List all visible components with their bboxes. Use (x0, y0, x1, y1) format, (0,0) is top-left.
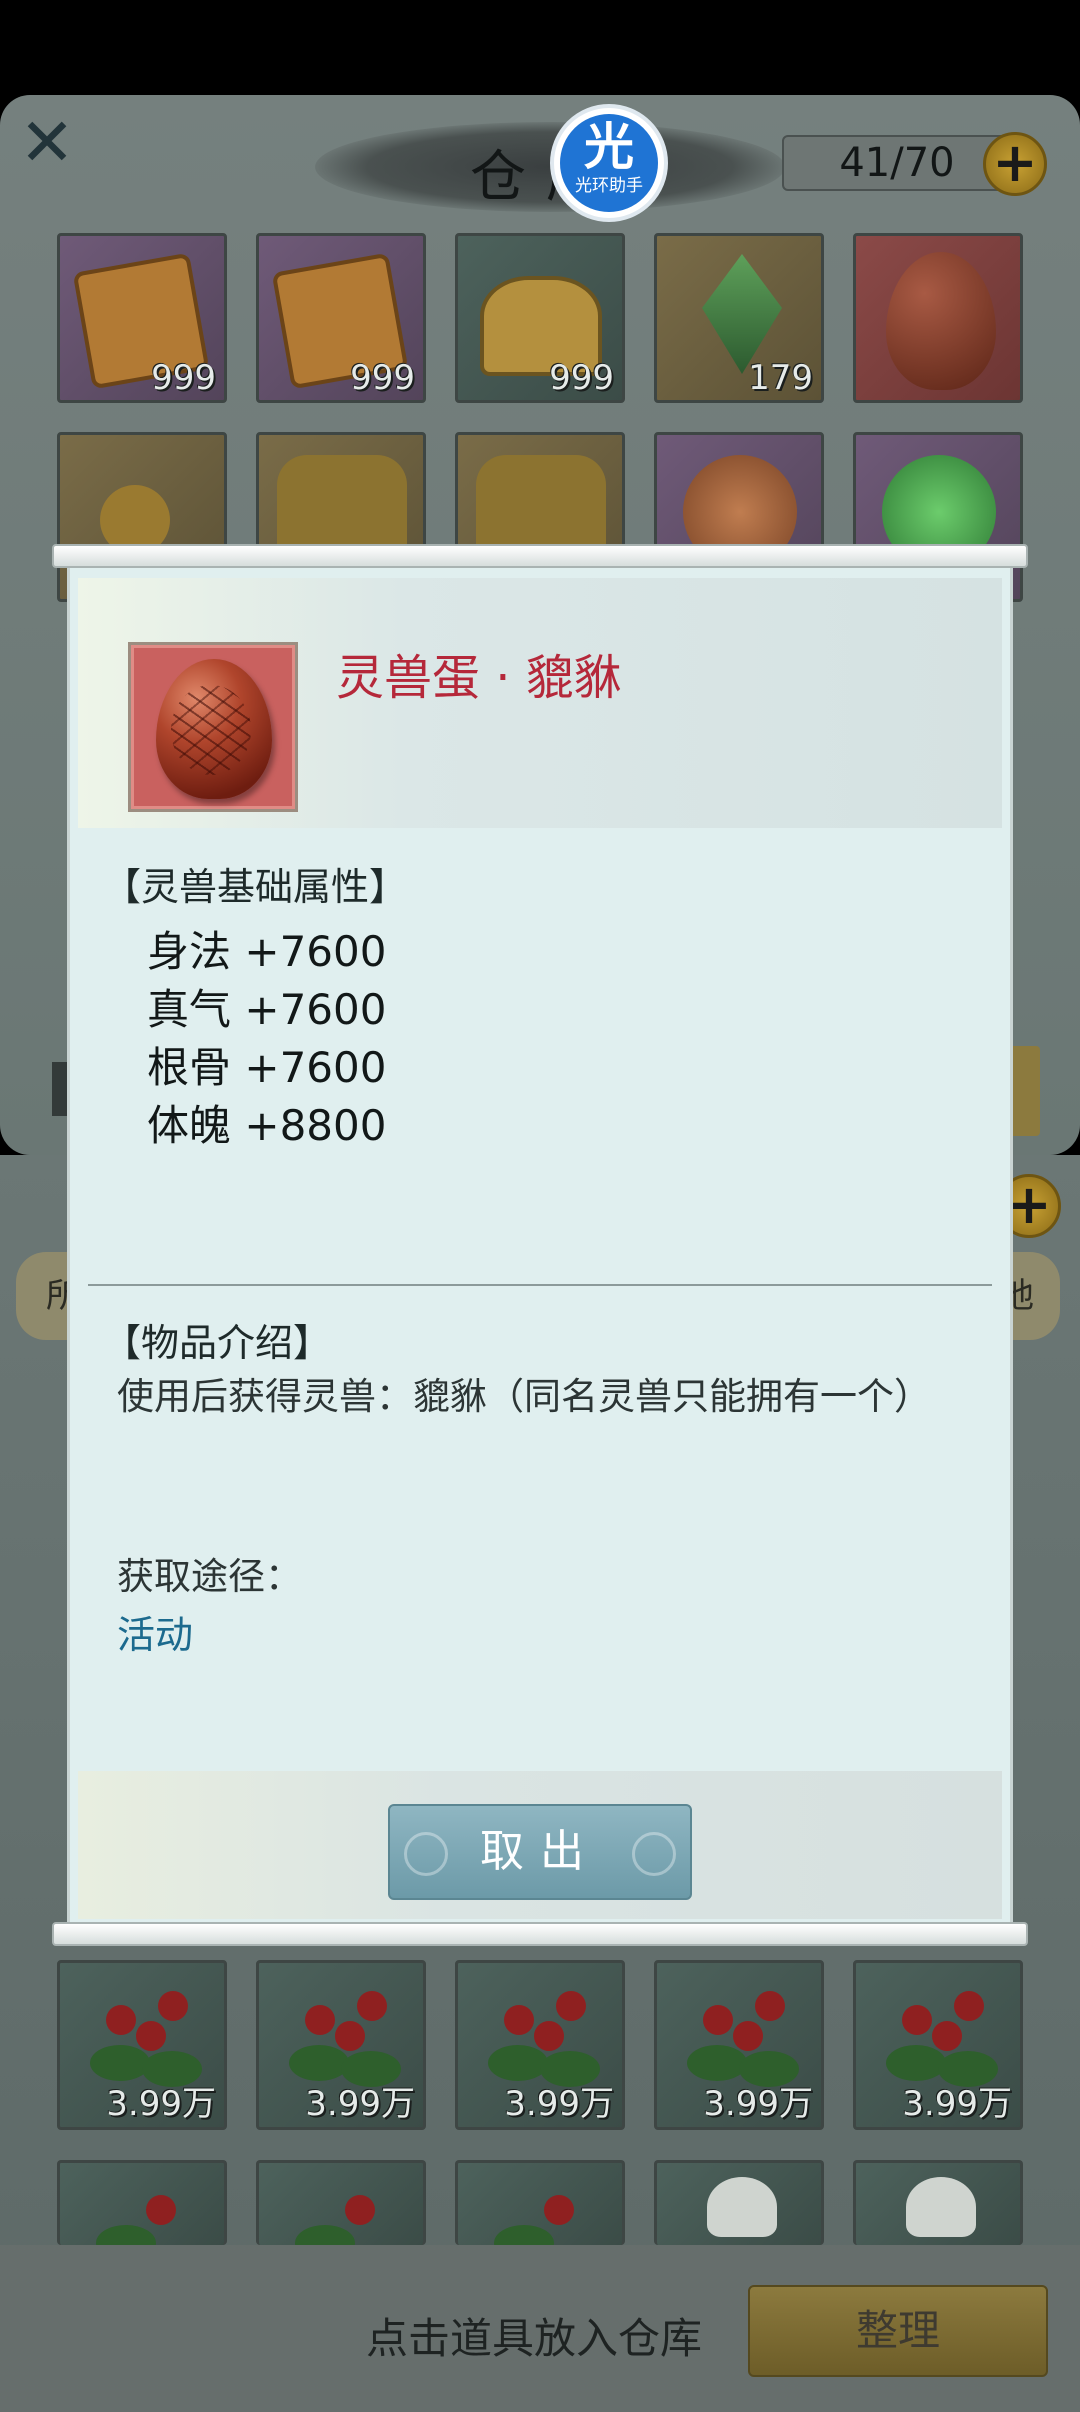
stat-value: +7600 (244, 1043, 387, 1092)
stat-name: 真气 (147, 985, 232, 1034)
bag-slot[interactable]: 3.99万 (57, 1960, 227, 2130)
deposit-hint: 点击道具放入仓库 (366, 2314, 703, 2363)
bag-slot[interactable]: 3.99万 (853, 1960, 1023, 2130)
assistant-glyph: 光 (584, 118, 634, 176)
expand-warehouse-button[interactable]: + (983, 132, 1047, 196)
item-count: 3.99万 (305, 2084, 415, 2124)
item-count: 3.99万 (902, 2084, 1012, 2124)
stat-value: +7600 (244, 927, 387, 976)
warehouse-slot[interactable]: 999 (57, 233, 227, 403)
item-intro-title: 【物品介绍】 (103, 1321, 332, 1365)
warehouse-slot[interactable] (853, 233, 1023, 403)
warehouse-slot[interactable]: 179 (654, 233, 824, 403)
item-icon-frame (128, 642, 298, 812)
item-name: 灵兽蛋 · 貔貅 (336, 650, 622, 706)
section-divider (88, 1284, 992, 1286)
item-count: 3.99万 (106, 2084, 216, 2124)
item-count: 3.99万 (703, 2084, 813, 2124)
stat-row: 体魄 +8800 (147, 1092, 386, 1153)
bag-slot[interactable] (57, 2160, 227, 2261)
assistant-label: 光环助手 (575, 176, 643, 196)
item-count: 179 (748, 358, 813, 398)
stat-row: 真气 +7600 (147, 976, 386, 1037)
item-count: 999 (549, 358, 614, 398)
bag-slot[interactable] (256, 2160, 426, 2261)
close-icon[interactable]: ✕ (12, 108, 82, 178)
dialog-header: 灵兽蛋 · 貔貅 (78, 578, 1002, 828)
item-count: 3.99万 (504, 2084, 614, 2124)
source-link-activity[interactable]: 活动 (117, 1604, 193, 1659)
status-bar (0, 0, 1080, 95)
item-count: 999 (151, 358, 216, 398)
white-flower-icon (707, 2177, 777, 2237)
source-label: 获取途径： (117, 1555, 302, 1598)
bag-slot[interactable]: 3.99万 (654, 1960, 824, 2130)
dialog-scroll-rod-bottom (52, 1922, 1028, 1946)
assistant-bubble[interactable]: 光 光环助手 (550, 104, 668, 222)
sort-button[interactable]: 整理 (748, 2285, 1048, 2377)
warehouse-capacity: 41/70 (782, 135, 1012, 191)
egg-crack-pattern (171, 685, 251, 775)
base-attributes-title: 【灵兽基础属性】 (103, 865, 408, 909)
stat-name: 体魄 (147, 1101, 232, 1150)
bag-slot[interactable] (455, 2160, 625, 2261)
white-flower-icon (906, 2177, 976, 2237)
bag-slot[interactable]: 3.99万 (455, 1960, 625, 2130)
cloud-swirl-icon (404, 1832, 448, 1876)
stat-name: 根骨 (147, 1043, 232, 1092)
stat-row: 身法 +7600 (147, 918, 386, 979)
cloud-swirl-icon (632, 1832, 676, 1876)
item-description: 使用后获得灵兽：貔貅（同名灵兽只能拥有一个） (117, 1375, 931, 1418)
dialog-scroll-rod-top (52, 544, 1028, 568)
warehouse-slot[interactable]: 999 (256, 233, 426, 403)
bag-slot[interactable] (654, 2160, 824, 2245)
item-detail-dialog: 灵兽蛋 · 貔貅 【灵兽基础属性】 身法 +7600 真气 +7600 根骨 +… (70, 560, 1010, 1930)
bag-slot[interactable]: 3.99万 (256, 1960, 426, 2130)
assistant-logo-icon: 光 光环助手 (560, 114, 658, 212)
item-count: 999 (350, 358, 415, 398)
stat-row: 根骨 +7600 (147, 1034, 386, 1095)
stat-value: +7600 (244, 985, 387, 1034)
take-out-button[interactable]: 取出 (388, 1804, 692, 1900)
spirit-egg-icon (886, 252, 996, 390)
game-screen: ✕ 仓库 41/70 + + 999 999 999 179 所 池 3.99万… (0, 0, 1080, 2412)
bag-slot[interactable] (853, 2160, 1023, 2245)
stat-name: 身法 (147, 927, 232, 976)
stat-value: +8800 (244, 1101, 387, 1150)
take-out-label: 取出 (480, 1826, 600, 1877)
green-crystal-icon (702, 254, 782, 374)
warehouse-slot[interactable]: 999 (455, 233, 625, 403)
